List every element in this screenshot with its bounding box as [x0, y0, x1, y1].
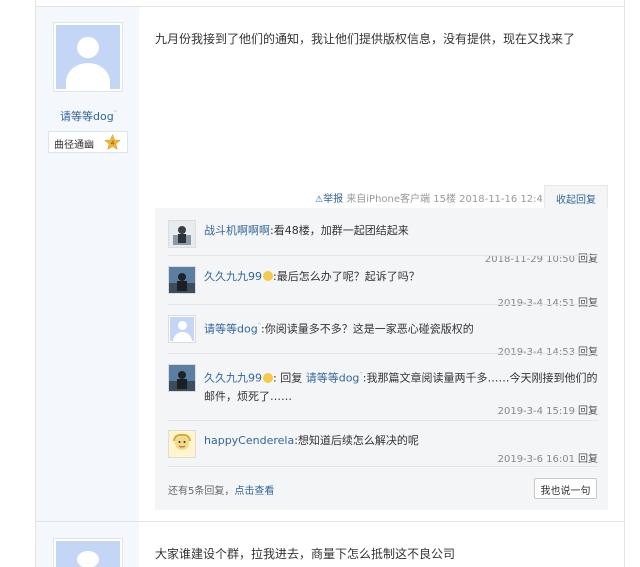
comment-text: 请等等dogᵔ:你阅读量多不多？这是一家恶心碰瓷版权的	[204, 321, 474, 336]
comment-reply-link[interactable]: 回复	[578, 454, 598, 465]
comment-time: 2018-11-29 10:50 回复	[484, 254, 598, 265]
comment-item: happyCenderela:想知道后续怎么解决的呢 2019-3-6 16:0…	[168, 430, 598, 474]
comment-divider	[168, 353, 598, 354]
post-content: 九月份我接到了他们的通知，我让他们提供版权信息，没有提供，现在又找来了	[155, 32, 576, 46]
comment-author[interactable]: 久久九九99	[204, 372, 262, 385]
author-avatar[interactable]	[53, 22, 123, 92]
view-more-link[interactable]: 点击查看	[234, 486, 274, 497]
comment-avatar[interactable]	[168, 430, 196, 458]
author-avatar-2[interactable]	[53, 538, 123, 567]
smile-emoji-icon	[263, 271, 273, 281]
post-source: 来自iPhone客户端	[346, 194, 431, 205]
comment-divider	[168, 255, 598, 256]
comment-time: 2019-3-4 14:51回复	[498, 294, 598, 309]
post-time: 2018-11-16 12:43	[459, 194, 550, 205]
comment-divider	[168, 466, 598, 467]
thread-page: 请等等dogᵔ 曲径通幽 4 九月份我接到了他们的通知，我让他们提供版权信息，没…	[0, 0, 640, 567]
comment-item: 战斗机啊啊啊:看48楼，加群一起团结起来 2018-11-29 10:50 回复	[168, 220, 598, 265]
comment-text: happyCenderela:想知道后续怎么解决的呢	[204, 434, 419, 447]
author-username[interactable]: 请等等dogᵔ	[60, 108, 120, 124]
comment-divider	[168, 304, 598, 305]
report-link[interactable]: 举报	[323, 194, 343, 205]
comment-author[interactable]: happyCenderela	[204, 434, 294, 447]
post-floor: 15楼	[433, 194, 456, 205]
comment-author[interactable]: 请等等dog	[204, 323, 258, 336]
comment-avatar[interactable]	[168, 364, 196, 392]
comment-avatar[interactable]	[168, 315, 196, 343]
post-content-2: 大家谁建设个群，拉我进去，商量下怎么抵制这不良公司	[155, 547, 456, 561]
right-border	[624, 0, 625, 567]
comment-avatar[interactable]	[168, 266, 196, 294]
comment-time: 2019-3-4 14:53回复	[498, 343, 598, 358]
user-mark-icon: ᵔ	[113, 108, 118, 118]
author-rank-badge[interactable]: 曲径通幽 4	[48, 131, 128, 153]
comment-divider	[168, 420, 598, 421]
comment-list: 战斗机啊啊啊:看48楼，加群一起团结起来 2018-11-29 10:50 回复 …	[155, 208, 608, 510]
badge-label: 曲径通幽	[54, 140, 94, 151]
comment-author[interactable]: 久久九九99	[204, 270, 262, 283]
collapse-replies-button[interactable]: 收起回复	[544, 185, 608, 209]
comment-item: 久久九九99: 回复 请等等dogᵔ:我那篇文章阅读量两千多……今天刚接到他们的…	[168, 364, 598, 424]
comment-time: 2019-3-4 15:19 回复	[497, 406, 598, 417]
smile-emoji-icon	[263, 372, 273, 383]
comment-reply-link[interactable]: 回复	[578, 406, 598, 417]
comment-time: 2019-3-6 16:01 回复	[497, 454, 598, 465]
post-meta: ⚠举报 来自iPhone客户端 15楼 2018-11-16 12:43	[315, 190, 549, 205]
warning-icon: ⚠	[315, 195, 324, 205]
comment-text: 久久九九99: 回复 请等等dogᵔ:我那篇文章阅读量两千多……今天刚接到他们的…	[204, 370, 598, 403]
comment-text: 战斗机啊啊啊:看48楼，加群一起团结起来	[204, 224, 409, 237]
level-star-icon: 4	[104, 134, 121, 151]
reply-target-user[interactable]: 请等等dog	[306, 372, 360, 385]
comment-author[interactable]: 战斗机啊啊啊	[204, 224, 270, 237]
comment-avatar[interactable]	[168, 220, 196, 248]
say-something-button[interactable]: 我也说一句	[534, 478, 597, 499]
more-replies: 还有5条回复，点击查看	[168, 486, 275, 497]
comment-text: 久久九九99:最后怎么办了呢？起诉了吗？	[204, 270, 420, 283]
